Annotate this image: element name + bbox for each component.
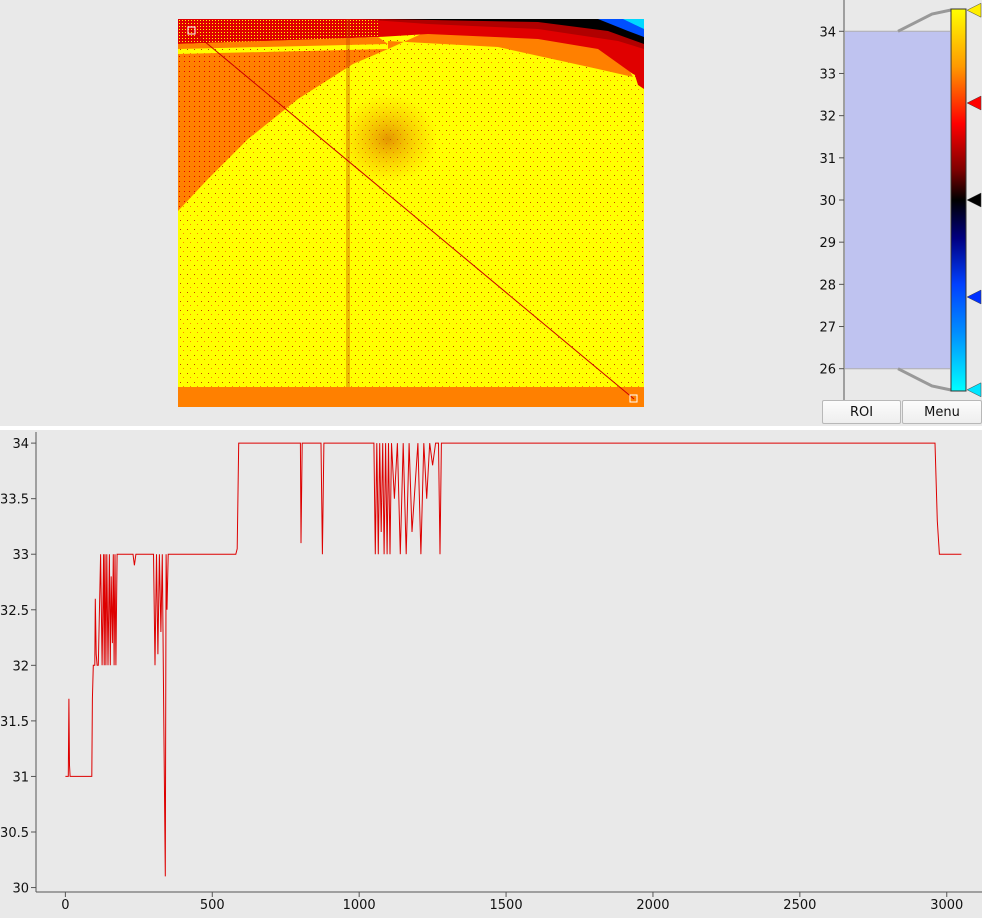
histogram-tick-label: 33 — [820, 67, 836, 82]
selection-bottom-connector[interactable] — [897, 367, 952, 392]
y-tick-label: 30.5 — [0, 826, 29, 841]
roi-button[interactable]: ROI — [822, 400, 901, 424]
x-tick-label: 3000 — [930, 898, 963, 913]
histogram-tick-label: 27 — [820, 321, 836, 336]
colorbar-marker[interactable] — [966, 382, 982, 398]
histogram-tick-label: 32 — [820, 110, 836, 125]
x-tick-label: 0 — [61, 898, 69, 913]
y-tick-label: 31 — [12, 770, 29, 785]
colorbar[interactable] — [950, 8, 967, 392]
image-view[interactable] — [178, 19, 644, 407]
histogram-tick-label: 34 — [820, 25, 836, 40]
y-tick-label: 30 — [12, 882, 29, 897]
profile-line — [65, 442, 962, 877]
image-panel: 34 33 32 31 30 29 28 27 26 ROI Menu — [0, 0, 982, 426]
histogram-selection[interactable] — [845, 31, 950, 369]
speckle-blob — [338, 94, 438, 184]
histogram-colorbar[interactable]: 34 33 32 31 30 29 28 27 26 — [820, 0, 982, 400]
selection-top-connector[interactable] — [897, 8, 952, 33]
x-tick-label: 1000 — [343, 898, 376, 913]
colorbar-marker[interactable] — [966, 289, 982, 305]
colorbar-marker[interactable] — [966, 192, 982, 208]
histogram-tick-label: 29 — [820, 236, 836, 251]
profile-plot[interactable]: 34 33.5 33 32.5 32 31.5 31 30.5 30 0 500 1000 1500 2… — [0, 430, 982, 914]
histogram-tick-label: 30 — [820, 194, 836, 209]
x-tick-label: 2000 — [636, 898, 669, 913]
histogram-ticks: 34 33 32 31 30 29 28 27 26 — [820, 25, 844, 378]
profile-panel: 34 33.5 33 32.5 32 31.5 31 30.5 30 0 500 1000 1500 2… — [0, 430, 982, 914]
orange-bottom-band — [178, 387, 644, 407]
profile-x-ticks: 0 500 1000 1500 2000 2500 3000 — [61, 892, 963, 913]
colorbar-marker[interactable] — [966, 95, 982, 111]
y-tick-label: 32.5 — [0, 604, 29, 619]
y-tick-label: 33.5 — [0, 493, 29, 508]
speckle-column — [346, 19, 350, 407]
histogram-tick-label: 31 — [820, 152, 836, 167]
y-tick-label: 32 — [12, 659, 29, 674]
x-tick-label: 2500 — [783, 898, 816, 913]
y-tick-label: 33 — [12, 548, 29, 563]
x-tick-label: 1500 — [490, 898, 523, 913]
x-tick-label: 500 — [200, 898, 225, 913]
histogram-tick-label: 28 — [820, 278, 836, 293]
histogram-tick-label: 26 — [820, 363, 836, 378]
profile-y-ticks: 34 33.5 33 32.5 32 31.5 31 30.5 30 — [0, 437, 36, 897]
y-tick-label: 34 — [12, 437, 29, 452]
colorbar-markers[interactable] — [966, 2, 982, 398]
y-tick-label: 31.5 — [0, 715, 29, 730]
menu-button[interactable]: Menu — [902, 400, 982, 424]
colorbar-marker[interactable] — [966, 2, 982, 18]
